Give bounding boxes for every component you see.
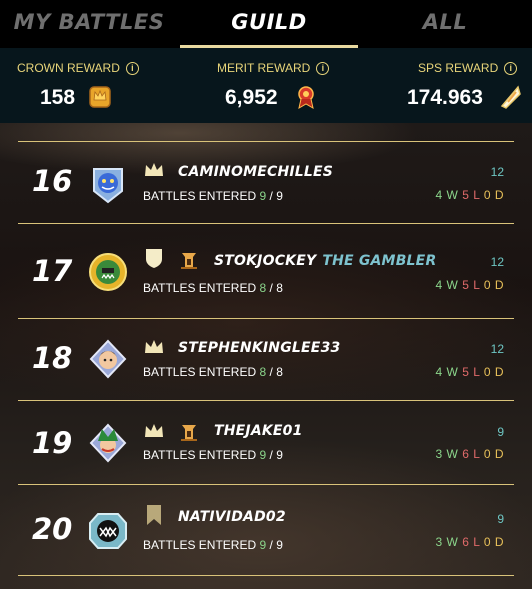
- wins-count: 3: [435, 447, 443, 461]
- rewards-bar: CROWN REWARD i 158 MERIT REWARD i 6,952 SP…: [0, 48, 532, 123]
- battles-total-count: 9: [276, 538, 283, 552]
- win-loss-draw: 3 W 6 L 0 D: [435, 535, 504, 549]
- tab-guild[interactable]: GUILD: [180, 0, 358, 48]
- crown-icon: [145, 340, 163, 353]
- player-name[interactable]: CAMINOMECHILLES: [178, 164, 333, 180]
- win-loss-draw: 4 W 5 L 0 D: [435, 278, 504, 292]
- rank-number: 16: [32, 164, 73, 198]
- tab-all[interactable]: ALL: [358, 0, 532, 48]
- player-row[interactable]: 16 CAMINOMECHILLES BATTLES ENTERED 9 / 9…: [18, 141, 514, 223]
- tab-bar: MY BATTLES GUILD ALL: [0, 0, 532, 48]
- info-icon[interactable]: i: [125, 62, 139, 75]
- sps-reward: SPS REWARD i 174.963: [354, 48, 532, 123]
- shield-icon: [146, 249, 162, 268]
- player-name-text: NATIVIDAD02: [178, 509, 286, 525]
- blue-creature-avatar[interactable]: [88, 165, 128, 205]
- battles-entered-count: 8: [259, 365, 267, 379]
- battles-entered: BATTLES ENTERED 9 / 9: [143, 538, 283, 552]
- wins-count: 4: [435, 278, 443, 292]
- player-name-text: STEPHENKINGLEE33: [178, 340, 341, 356]
- player-name[interactable]: NATIVIDAD02: [178, 509, 286, 525]
- crown-reward-label-row: CROWN REWARD i: [17, 61, 139, 75]
- merit-reward-label-row: MERIT REWARD i: [217, 61, 330, 75]
- battles-entered-count: 9: [259, 189, 267, 203]
- battles-entered-label: BATTLES ENTERED: [143, 448, 257, 462]
- crown-icon: [145, 163, 163, 176]
- tower-icon: [181, 425, 197, 441]
- battles-entered: BATTLES ENTERED 9 / 9: [143, 189, 283, 203]
- player-name[interactable]: STOKJOCKEY THE GAMBLER: [214, 253, 436, 269]
- merit-medal-icon: [298, 86, 314, 109]
- battles-entered: BATTLES ENTERED 9 / 9: [143, 448, 283, 462]
- sps-reward-label-row: SPS REWARD i: [418, 61, 518, 75]
- player-name-text: CAMINOMECHILLES: [178, 164, 334, 180]
- rank-number: 20: [32, 512, 73, 546]
- jester-avatar[interactable]: [88, 423, 128, 463]
- merit-reward-label: MERIT REWARD: [217, 61, 311, 75]
- monster-mouth-avatar[interactable]: [88, 511, 128, 551]
- guild-player-list: 16 CAMINOMECHILLES BATTLES ENTERED 9 / 9…: [0, 123, 532, 589]
- player-row[interactable]: 20 NATIVIDAD02 BATTLES ENTERED 9 / 9 9 3…: [18, 484, 514, 576]
- crown-reward-label: CROWN REWARD: [17, 61, 120, 75]
- rank-number: 18: [32, 341, 73, 375]
- player-score: 12: [490, 255, 504, 269]
- player-score: 12: [490, 342, 504, 356]
- crown-reward-value: 158: [40, 86, 76, 109]
- player-title: THE GAMBLER: [322, 253, 437, 269]
- battles-entered: BATTLES ENTERED 8 / 8: [143, 365, 283, 379]
- hero-avatar[interactable]: [88, 339, 128, 379]
- wins-count: 3: [435, 535, 443, 549]
- wins-count: 4: [435, 188, 443, 202]
- draws-count: 0: [483, 365, 491, 379]
- sps-reward-label: SPS REWARD: [418, 61, 499, 75]
- player-row[interactable]: 17 STOKJOCKEY THE GAMBLER BATTLES ENTERED…: [18, 223, 514, 318]
- player-row[interactable]: 18 STEPHENKINGLEE33 BATTLES ENTERED 8 / …: [18, 318, 514, 400]
- banner-icon: [147, 505, 161, 525]
- battles-entered-count: 8: [259, 281, 267, 295]
- tab-my-battles[interactable]: MY BATTLES: [0, 0, 178, 48]
- draws-count: 0: [483, 278, 491, 292]
- battles-entered-count: 9: [259, 448, 267, 462]
- player-row[interactable]: 19 THEJAKE01 BATTLES ENTERED 9 / 9 9 3 W…: [18, 400, 514, 484]
- battles-entered-label: BATTLES ENTERED: [143, 538, 257, 552]
- crown-icon: [145, 424, 163, 437]
- battles-total-count: 9: [276, 189, 283, 203]
- draws-count: 0: [483, 535, 491, 549]
- player-score: 9: [497, 425, 504, 439]
- battles-total-count: 8: [276, 365, 283, 379]
- battles-entered-label: BATTLES ENTERED: [143, 365, 257, 379]
- sps-reward-value: 174.963: [407, 86, 483, 109]
- battles-entered: BATTLES ENTERED 8 / 8: [143, 281, 283, 295]
- player-name-text: THEJAKE01: [214, 423, 303, 439]
- crown-token-icon: [89, 86, 111, 108]
- merit-reward-value: 6,952: [225, 86, 278, 109]
- tower-icon: [181, 253, 197, 269]
- win-loss-draw: 4 W 5 L 0 D: [435, 365, 504, 379]
- player-name-text: STOKJOCKEY: [214, 253, 317, 269]
- tab-guild-label: GUILD: [231, 10, 307, 34]
- rank-number: 19: [32, 426, 73, 460]
- wins-count: 4: [435, 365, 443, 379]
- rank-number: 17: [32, 254, 73, 288]
- battles-total-count: 9: [276, 448, 283, 462]
- battles-entered-label: BATTLES ENTERED: [143, 281, 257, 295]
- draws-count: 0: [483, 188, 491, 202]
- win-loss-draw: 3 W 6 L 0 D: [435, 447, 504, 461]
- draws-count: 0: [483, 447, 491, 461]
- player-score: 12: [490, 165, 504, 179]
- battles-total-count: 8: [276, 281, 283, 295]
- battles-entered-label: BATTLES ENTERED: [143, 189, 257, 203]
- player-name[interactable]: THEJAKE01: [214, 423, 303, 439]
- crown-reward: CROWN REWARD i 158: [0, 48, 177, 123]
- sps-token-icon: [500, 85, 521, 109]
- info-icon[interactable]: i: [504, 62, 518, 75]
- player-name[interactable]: STEPHENKINGLEE33: [178, 340, 340, 356]
- player-score: 9: [497, 512, 504, 526]
- info-icon[interactable]: i: [316, 62, 330, 75]
- merit-reward: MERIT REWARD i 6,952: [177, 48, 354, 123]
- battles-entered-count: 9: [259, 538, 267, 552]
- win-loss-draw: 4 W 5 L 0 D: [435, 188, 504, 202]
- orc-warrior-avatar[interactable]: [88, 252, 128, 292]
